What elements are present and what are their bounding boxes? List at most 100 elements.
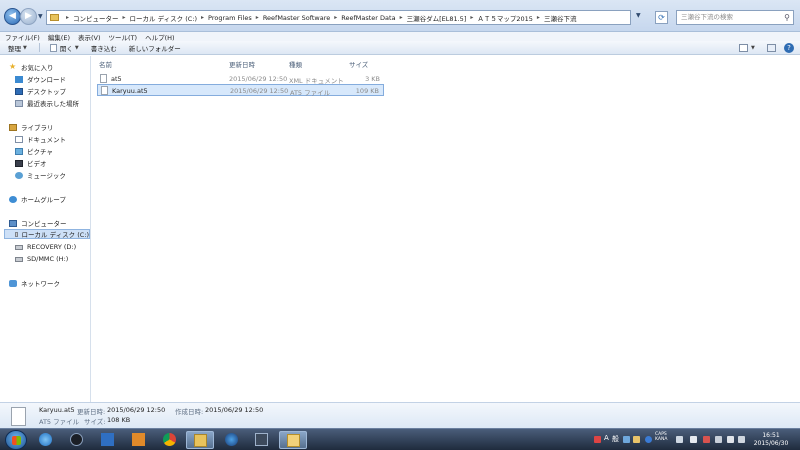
clock-time: 16:51 xyxy=(762,432,780,439)
nav-downloads[interactable]: ダウンロード xyxy=(15,74,66,84)
taskbar-earth[interactable] xyxy=(218,431,246,449)
refresh-icon[interactable]: ⟳ xyxy=(655,11,668,24)
nav-computer[interactable]: コンピューター xyxy=(9,218,67,228)
menu-tools[interactable]: ツール(T) xyxy=(109,32,138,42)
breadcrumb-separator[interactable]: ▸ xyxy=(201,14,204,21)
nav-label: ドキュメント xyxy=(27,136,66,144)
menu-bar: ファイル(F) 編集(E) 表示(V) ツール(T) ヘルプ(H) xyxy=(0,32,800,42)
help-icon[interactable]: ? xyxy=(784,43,794,53)
nav-favorites[interactable]: ★ お気に入り xyxy=(9,62,54,73)
nav-libraries[interactable]: ライブラリ xyxy=(9,122,54,132)
preview-pane-icon[interactable] xyxy=(767,44,776,52)
column-header-type[interactable]: 種類 xyxy=(289,59,302,69)
taskbar-chrome[interactable] xyxy=(156,431,184,449)
nav-network[interactable]: ネットワーク xyxy=(9,278,60,288)
nav-recent-places[interactable]: 最近表示した場所 xyxy=(15,98,79,108)
menu-view[interactable]: 表示(V) xyxy=(78,32,101,42)
command-bar: 整理 ▼ 開く ▼ 書き込む 新しいフォルダー xyxy=(0,41,800,55)
breadcrumb-separator[interactable]: ▸ xyxy=(334,14,337,21)
burn-button[interactable]: 書き込む xyxy=(91,43,117,53)
search-input[interactable]: 三瀬谷下流の検索 ⚲ xyxy=(676,10,794,25)
tray-flag-icon[interactable] xyxy=(703,436,710,443)
battery-icon[interactable] xyxy=(727,436,734,443)
forward-button[interactable]: ▶ xyxy=(20,8,37,25)
file-icon xyxy=(11,407,26,426)
breadcrumb-item-reefmaster-software[interactable]: ReefMaster Software xyxy=(263,14,330,22)
breadcrumb-item-program-files[interactable]: Program Files xyxy=(208,14,252,22)
nav-label: ダウンロード xyxy=(27,76,66,84)
open-button[interactable]: 開く ▼ xyxy=(49,43,79,53)
file-type: AT5 ファイル xyxy=(290,89,331,97)
nav-label: RECOVERY (D:) xyxy=(27,243,77,251)
breadcrumb-item-current-folder[interactable]: 三瀬谷下流 xyxy=(544,13,577,23)
breadcrumb-item-dam[interactable]: 三瀬谷ダム[EL81.5] xyxy=(407,13,467,23)
menu-edit[interactable]: 編集(E) xyxy=(48,32,70,42)
taskbar-explorer[interactable] xyxy=(186,431,214,449)
nav-local-disk[interactable]: ローカル ディスク (C:) xyxy=(4,229,90,239)
volume-icon[interactable] xyxy=(738,436,745,443)
clock[interactable]: 16:51 2015/06/30 xyxy=(749,432,793,448)
file-size: 109 KB xyxy=(355,87,379,95)
details-modified-value: 2015/06/29 12:50 xyxy=(107,406,166,414)
nav-videos[interactable]: ビデオ xyxy=(15,158,47,168)
breadcrumb-item-at5-map[interactable]: ＡＴ５マップ2015 xyxy=(477,13,533,23)
taskbar-camera[interactable] xyxy=(248,431,276,449)
back-button[interactable]: ◀ xyxy=(4,8,21,25)
taskbar-hp[interactable] xyxy=(63,431,91,449)
picture-icon xyxy=(15,147,23,155)
start-button[interactable] xyxy=(5,430,27,450)
open-label: 開く xyxy=(59,44,73,53)
file-row-selected[interactable]: Karyuu.at5 2015/06/29 12:50 AT5 ファイル 109… xyxy=(97,84,384,97)
desktop-icon xyxy=(15,87,23,95)
menu-file[interactable]: ファイル(F) xyxy=(5,32,40,42)
address-history-dropdown[interactable]: ▼ xyxy=(636,12,641,19)
nav-music[interactable]: ミュージック xyxy=(15,170,66,180)
breadcrumb-item-computer[interactable]: コンピューター xyxy=(73,13,119,23)
nav-homegroup[interactable]: ホームグループ xyxy=(9,194,66,204)
clock-date: 2015/06/30 xyxy=(753,440,789,447)
nav-recovery-drive[interactable]: RECOVERY (D:) xyxy=(15,242,76,252)
tray-tool-icon[interactable] xyxy=(633,436,640,443)
ime-kanji[interactable]: 般 xyxy=(612,434,619,444)
change-view-icon[interactable] xyxy=(739,44,748,52)
taskbar-media[interactable] xyxy=(125,431,153,449)
taskbar-app-check[interactable] xyxy=(94,431,122,449)
nav-desktop[interactable]: デスクトップ xyxy=(15,86,66,96)
file-name: Karyuu.at5 xyxy=(112,87,148,95)
column-header-size[interactable]: サイズ xyxy=(349,59,368,69)
details-size-value: 108 KB xyxy=(107,416,131,424)
breadcrumb-item-reefmaster-data[interactable]: ReefMaster Data xyxy=(341,14,395,22)
new-folder-button[interactable]: 新しいフォルダー xyxy=(129,43,181,53)
breadcrumb-separator[interactable]: ▸ xyxy=(256,14,259,21)
document-icon xyxy=(15,135,23,143)
breadcrumb-separator[interactable]: ▸ xyxy=(470,14,473,21)
tray-app-icon[interactable] xyxy=(594,436,601,443)
network-icon xyxy=(9,279,17,287)
ime-mode[interactable]: A xyxy=(604,434,609,442)
taskbar-ie[interactable] xyxy=(32,431,60,449)
breadcrumb[interactable]: ▸ コンピューター ▸ ローカル ディスク (C:) ▸ Program Fil… xyxy=(46,10,631,25)
chevron-down-icon[interactable]: ▼ xyxy=(751,45,755,51)
ime-help-icon[interactable] xyxy=(645,436,652,443)
search-placeholder: 三瀬谷下流の検索 xyxy=(681,13,733,21)
recent-pages-dropdown[interactable]: ▼ xyxy=(38,13,43,20)
menu-help[interactable]: ヘルプ(H) xyxy=(145,32,174,42)
at5-file-icon xyxy=(101,86,108,95)
tray-device-icon[interactable] xyxy=(690,436,697,443)
library-icon xyxy=(9,123,17,131)
column-header-date[interactable]: 更新日時 xyxy=(229,59,255,69)
nav-sd-card[interactable]: SD/MMC (H:) xyxy=(15,254,68,264)
file-list: 名前 更新日時 種類 サイズ at5 2015/06/29 12:50 XML … xyxy=(92,56,800,402)
network-icon[interactable] xyxy=(715,436,722,443)
breadcrumb-separator[interactable]: ▸ xyxy=(400,14,403,21)
tray-expand-icon[interactable] xyxy=(676,436,683,443)
breadcrumb-separator[interactable]: ▸ xyxy=(537,14,540,21)
column-header-name[interactable]: 名前 xyxy=(99,59,112,69)
ime-pad-icon[interactable] xyxy=(623,436,630,443)
organize-button[interactable]: 整理 ▼ xyxy=(8,43,27,53)
nav-documents[interactable]: ドキュメント xyxy=(15,134,66,144)
taskbar-mail[interactable] xyxy=(279,431,307,449)
breadcrumb-item-local-disk[interactable]: ローカル ディスク (C:) xyxy=(130,13,197,23)
breadcrumb-separator[interactable]: ▸ xyxy=(123,14,126,21)
nav-pictures[interactable]: ピクチャ xyxy=(15,146,53,156)
